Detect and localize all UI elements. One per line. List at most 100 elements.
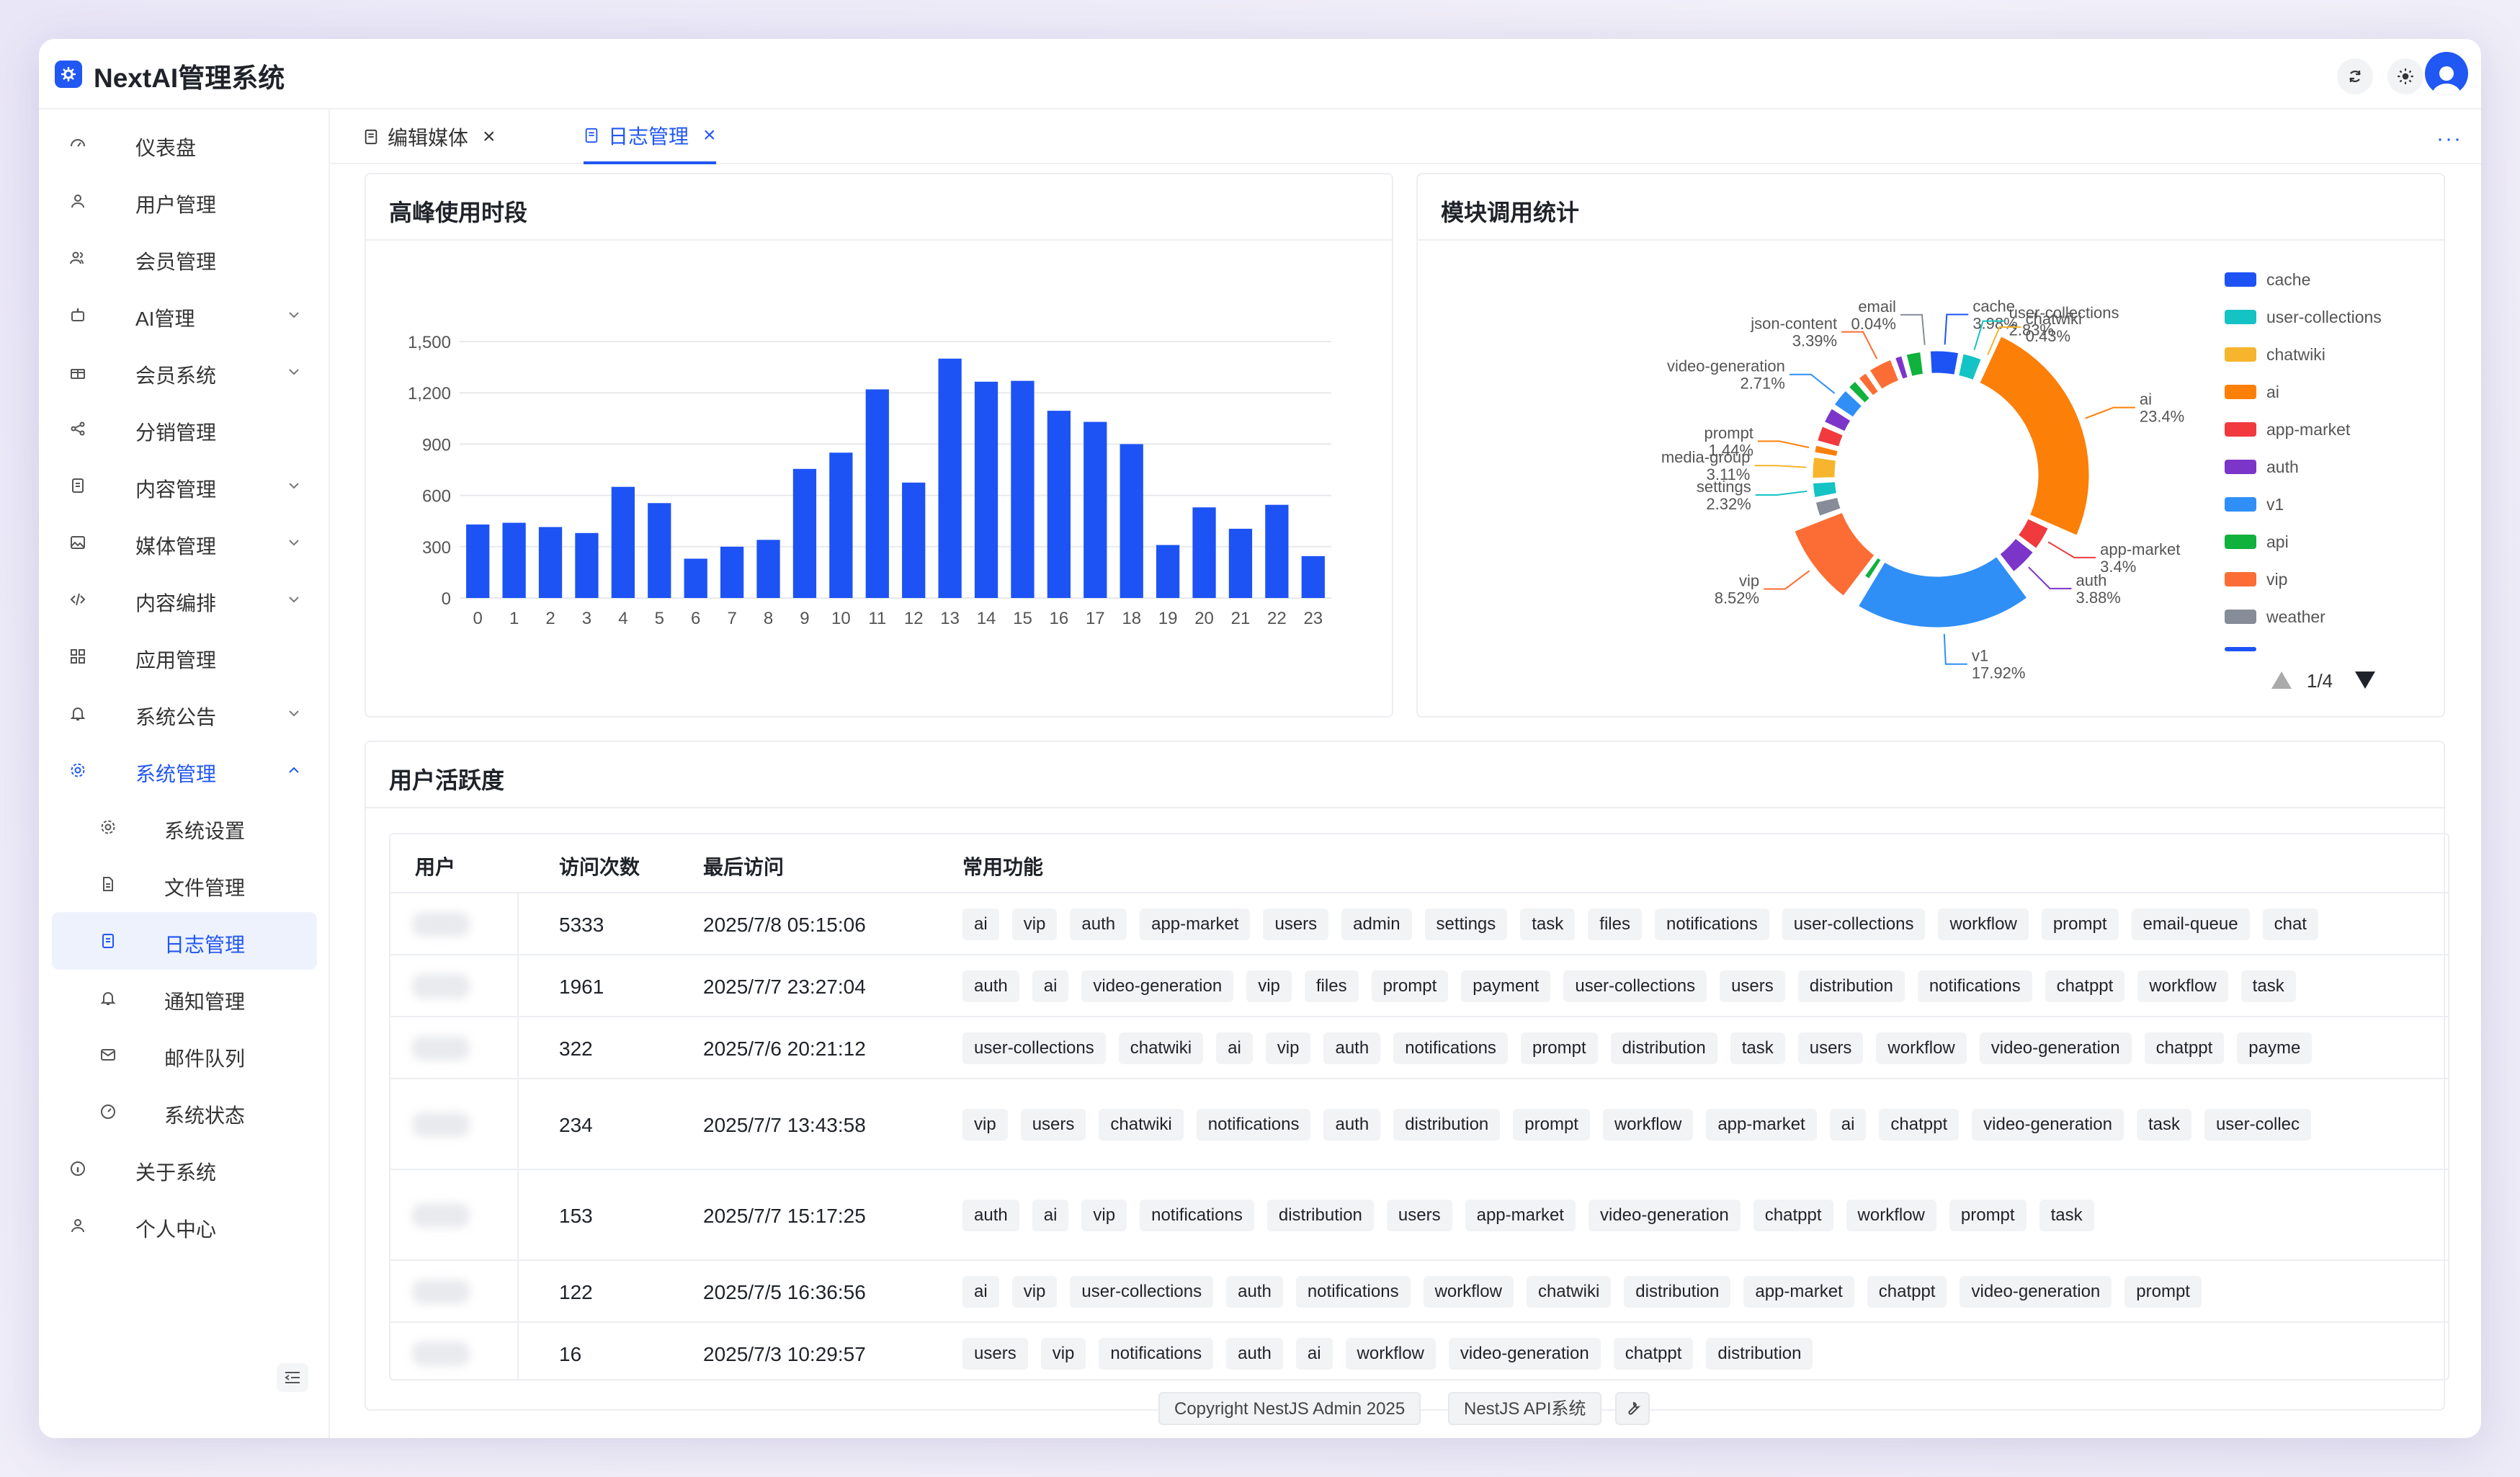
user-cell <box>390 1261 519 1321</box>
bar[interactable] <box>756 540 780 598</box>
sidebar-item-bottom-1[interactable]: 个人中心 <box>52 1197 317 1254</box>
sidebar-item-bottom-0[interactable]: 关于系统 <box>52 1140 317 1197</box>
bar[interactable] <box>938 358 962 598</box>
sidebar-item-main-5[interactable]: 分销管理 <box>52 400 317 458</box>
legend-label[interactable]: chatwiki <box>2266 345 2325 364</box>
sidebar-item-sub-5[interactable]: 系统状态 <box>52 1083 317 1141</box>
bar[interactable] <box>974 381 998 598</box>
bar[interactable] <box>502 522 526 598</box>
user-cell <box>390 955 519 1016</box>
bar[interactable] <box>575 532 599 598</box>
bar[interactable] <box>1011 380 1035 598</box>
table-row[interactable]: 322 2025/7/6 20:21:12 user-collections chat… <box>390 1017 2448 1079</box>
bar[interactable] <box>1192 507 1216 598</box>
legend-label[interactable]: api <box>2266 532 2289 551</box>
sidebar-item-main-0[interactable]: 仪表盘 <box>52 115 317 173</box>
donut-slice[interactable] <box>1928 349 1961 377</box>
sidebar-item-main-3[interactable]: AI管理 <box>52 286 317 344</box>
pager-up-icon[interactable] <box>2271 670 2292 690</box>
menu-fold-icon <box>285 1372 300 1383</box>
table-row[interactable]: 234 2025/7/7 13:43:58 vip users chatwiki noti… <box>390 1079 2448 1170</box>
close-icon[interactable]: × <box>483 126 496 148</box>
feature-tag: workflow <box>1846 1200 1936 1231</box>
legend-label[interactable]: vip <box>2266 570 2287 589</box>
legend-label[interactable]: auth <box>2266 458 2299 476</box>
feature-tag: app-market <box>1465 1200 1576 1231</box>
bar[interactable] <box>466 524 490 598</box>
bar[interactable] <box>865 389 889 598</box>
refresh-button[interactable] <box>2337 58 2373 94</box>
sidebar-item-main-11[interactable]: 系统管理 <box>52 741 317 799</box>
visit-count: 1961 <box>559 976 604 998</box>
sidebar-item-main-4[interactable]: 会员系统 <box>52 343 317 401</box>
card-title: 模块调用统计 <box>1441 200 1580 226</box>
bar[interactable] <box>1156 545 1180 598</box>
feature-tag: chatppt <box>1613 1338 1694 1370</box>
bar[interactable] <box>1228 528 1253 598</box>
tab-edit-media[interactable]: 编辑媒体 × <box>363 110 496 164</box>
bar[interactable] <box>1301 555 1325 598</box>
tab-log-management[interactable]: 日志管理 × <box>584 110 716 164</box>
avatar[interactable] <box>2425 52 2468 95</box>
legend-label[interactable]: weather <box>2266 607 2325 626</box>
app-title: NextAI管理系统 <box>94 63 285 93</box>
sidebar-item-main-2[interactable]: 会员管理 <box>52 229 317 287</box>
table-row[interactable]: 5333 2025/7/8 05:15:06 ai vip auth app-market… <box>390 893 2448 955</box>
donut-slice[interactable] <box>1792 510 1877 598</box>
bar[interactable] <box>1083 421 1107 598</box>
sidebar-item-sub-2[interactable]: 日志管理 <box>52 912 317 970</box>
sidebar-item-label: 个人中心 <box>135 1218 217 1241</box>
donut-slice[interactable] <box>1923 349 1929 376</box>
bar[interactable] <box>538 527 563 598</box>
slice-name-label: v1 <box>1972 647 1988 665</box>
bar[interactable] <box>902 482 926 598</box>
chevron-down-icon <box>289 369 299 375</box>
legend-label[interactable]: ai <box>2266 383 2279 401</box>
donut-slice[interactable] <box>1856 554 2029 630</box>
theme-toggle-button[interactable] <box>2387 58 2423 94</box>
user-icon <box>71 195 84 208</box>
table-row[interactable]: 16 2025/7/3 10:29:57 users vip notifications… <box>390 1323 2448 1379</box>
donut-slice[interactable] <box>1810 480 1839 500</box>
bar[interactable] <box>720 546 744 598</box>
bar[interactable] <box>1265 504 1289 598</box>
close-icon[interactable]: × <box>703 125 716 146</box>
bar[interactable] <box>648 503 671 598</box>
slice-name-label: chatwiki <box>2026 310 2082 328</box>
more-icon[interactable]: ··· <box>2436 127 2462 151</box>
sidebar-item-main-10[interactable]: 系统公告 <box>52 684 317 742</box>
donut-slice[interactable] <box>1810 455 1838 481</box>
bar[interactable] <box>1120 444 1143 598</box>
feature-tag: chatppt <box>1879 1109 1960 1141</box>
table-row[interactable]: 153 2025/7/7 15:17:25 auth ai vip notificatio… <box>390 1170 2448 1261</box>
bar[interactable] <box>792 468 817 598</box>
sidebar-item-main-1[interactable]: 用户管理 <box>52 172 317 230</box>
y-tick-label: 300 <box>422 538 451 558</box>
legend-label[interactable]: cache <box>2266 270 2310 289</box>
sidebar-item-sub-4[interactable]: 邮件队列 <box>52 1026 317 1084</box>
legend-label[interactable]: v1 <box>2266 495 2284 514</box>
sidebar-item-main-9[interactable]: 应用管理 <box>52 628 317 685</box>
donut-slice[interactable] <box>1978 334 2091 537</box>
bar[interactable] <box>611 486 635 598</box>
bar[interactable] <box>1047 411 1071 598</box>
feature-tag: chatppt <box>1753 1200 1833 1231</box>
legend-label[interactable]: user-collections <box>2266 308 2382 326</box>
bar[interactable] <box>829 452 853 598</box>
sidebar-item-sub-1[interactable]: 文件管理 <box>52 855 317 913</box>
feature-tag: video-generation <box>1448 1338 1601 1370</box>
wrench-button[interactable] <box>1615 1392 1650 1425</box>
sidebar-item-sub-0[interactable]: 系统设置 <box>52 798 317 856</box>
slice-percent-label: 8.52% <box>1715 589 1759 607</box>
sidebar-collapse-button[interactable] <box>277 1363 308 1392</box>
table-row[interactable]: 122 2025/7/5 16:36:56 ai vip user-collection… <box>390 1261 2448 1323</box>
sidebar-item-main-6[interactable]: 内容管理 <box>52 457 317 514</box>
sidebar-item-main-8[interactable]: 内容编排 <box>52 571 317 628</box>
api-system-badge[interactable]: NestJS API系统 <box>1448 1392 1602 1425</box>
bar[interactable] <box>684 558 707 598</box>
sidebar-item-main-7[interactable]: 媒体管理 <box>52 514 317 571</box>
sidebar-item-sub-3[interactable]: 通知管理 <box>52 969 317 1027</box>
legend-label[interactable]: app-market <box>2266 420 2351 439</box>
pager-down-icon[interactable] <box>2354 670 2376 690</box>
table-row[interactable]: 1961 2025/7/7 23:27:04 auth ai video-generat… <box>390 955 2448 1017</box>
